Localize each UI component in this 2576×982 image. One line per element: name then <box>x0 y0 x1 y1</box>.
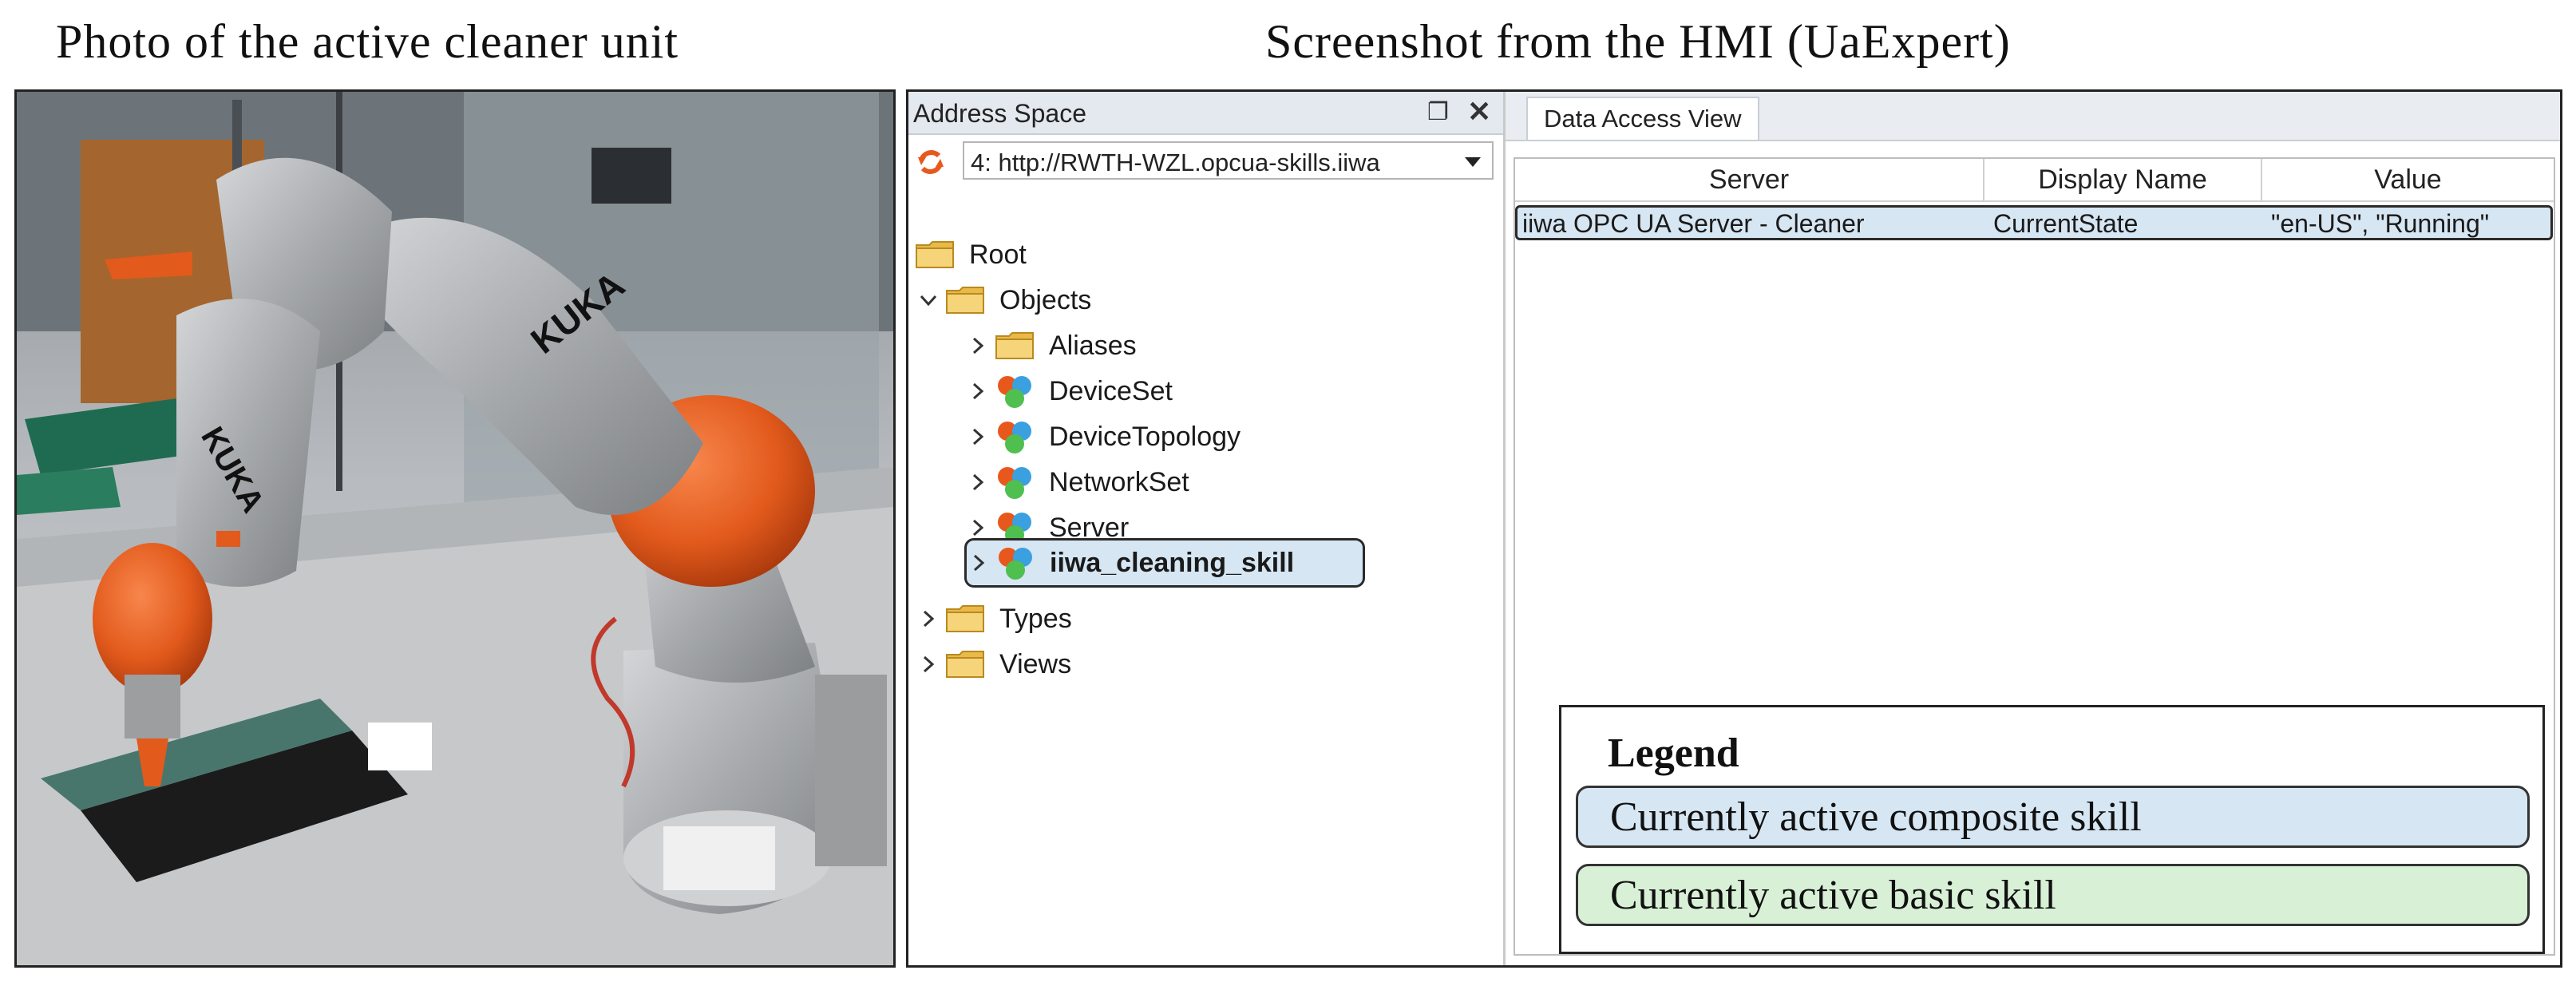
address-space-header: Address Space ❐ ✕ <box>908 92 1503 135</box>
tab-data-access-view[interactable]: Data Access View <box>1526 97 1759 140</box>
tree-item-label: Aliases <box>1049 330 1137 361</box>
tab-label: Data Access View <box>1544 105 1742 133</box>
legend: Legend Currently active composite skill … <box>1559 705 2545 954</box>
chevron-right-icon[interactable] <box>966 425 990 449</box>
tree-item-objects[interactable]: Objects <box>916 278 1091 323</box>
photo-caption: Photo of the active cleaner unit <box>56 15 679 68</box>
column-header-display-name[interactable]: Display Name <box>1984 159 2262 200</box>
folder-icon <box>946 287 984 314</box>
tree-item-deviceset[interactable]: DeviceSet <box>966 369 1173 414</box>
tree-item-label: NetworkSet <box>1049 466 1189 497</box>
chevron-right-icon[interactable] <box>916 607 940 631</box>
chevron-right-icon[interactable] <box>966 516 990 540</box>
chevron-right-icon[interactable] <box>967 551 991 575</box>
server-select[interactable]: 4: http://RWTH-WZL.opcua-skills.iiwa <box>963 141 1494 180</box>
address-space-panel: Address Space ❐ ✕ 4: http://RWTH-WZL.opc… <box>908 92 1506 965</box>
tree-item-aliases[interactable]: Aliases <box>966 323 1137 368</box>
tree-item-types[interactable]: Types <box>916 596 1072 641</box>
tree-item-iiwa-cleaning-skill[interactable]: iiwa_cleaning_skill <box>964 538 1365 588</box>
legend-title: Legend <box>1608 731 1739 776</box>
table-row[interactable]: iiwa OPC UA Server - Cleaner CurrentStat… <box>1515 205 2553 240</box>
float-window-icon[interactable]: ❐ <box>1427 98 1449 126</box>
cell-server: iiwa OPC UA Server - Cleaner <box>1522 209 1865 238</box>
cell-display-name: CurrentState <box>1993 209 2139 238</box>
refresh-icon[interactable] <box>915 146 947 178</box>
legend-item-basic-skill: Currently active basic skill <box>1576 864 2530 926</box>
cell-value: "en-US", "Running" <box>2271 209 2490 238</box>
column-header-value[interactable]: Value <box>2262 159 2554 200</box>
tree-item-label: Objects <box>999 284 1092 315</box>
table-header: Server Display Name Value <box>1515 159 2554 202</box>
tree-item-label: iiwa_cleaning_skill <box>1050 547 1295 578</box>
legend-label: Currently active basic skill <box>1610 872 2056 918</box>
chevron-right-icon[interactable] <box>966 379 990 403</box>
object-node-icon <box>999 548 1032 580</box>
object-node-icon <box>998 467 1031 499</box>
tree-item-networkset[interactable]: NetworkSet <box>966 460 1189 505</box>
tree-item-views[interactable]: Views <box>916 642 1071 687</box>
tree-item-label: Types <box>999 603 1072 634</box>
tree-item-devicetopology[interactable]: DeviceTopology <box>966 414 1241 459</box>
object-node-icon <box>998 422 1031 453</box>
tree-item-label: DeviceSet <box>1049 375 1173 406</box>
address-space-title: Address Space <box>913 99 1087 128</box>
close-icon[interactable]: ✕ <box>1467 95 1491 129</box>
tree-item-label: DeviceTopology <box>1049 421 1241 452</box>
chevron-down-icon <box>1465 157 1481 167</box>
server-row: 4: http://RWTH-WZL.opcua-skills.iiwa <box>908 135 1503 186</box>
tab-bar: Data Access View <box>1506 92 2560 141</box>
legend-item-composite-skill: Currently active composite skill <box>1576 786 2530 848</box>
chevron-down-icon[interactable] <box>916 288 940 312</box>
tree-item-label: Views <box>999 648 1072 679</box>
chevron-right-icon[interactable] <box>966 470 990 494</box>
column-header-server[interactable]: Server <box>1515 159 1984 200</box>
object-node-icon <box>998 376 1031 408</box>
server-select-value: 4: http://RWTH-WZL.opcua-skills.iiwa <box>971 148 1380 176</box>
legend-label: Currently active composite skill <box>1610 794 2142 840</box>
chevron-right-icon[interactable] <box>916 652 940 676</box>
chevron-right-icon[interactable] <box>966 334 990 358</box>
robot-photo: KUKA KUKA <box>14 89 896 968</box>
tree-item-label: Root <box>969 239 1027 270</box>
folder-icon <box>946 605 984 632</box>
folder-icon <box>995 332 1034 359</box>
folder-icon <box>916 241 954 268</box>
hmi-caption: Screenshot from the HMI (UaExpert) <box>1265 15 2011 68</box>
tree-item-root[interactable]: Root <box>915 232 1027 277</box>
folder-icon <box>946 651 984 678</box>
